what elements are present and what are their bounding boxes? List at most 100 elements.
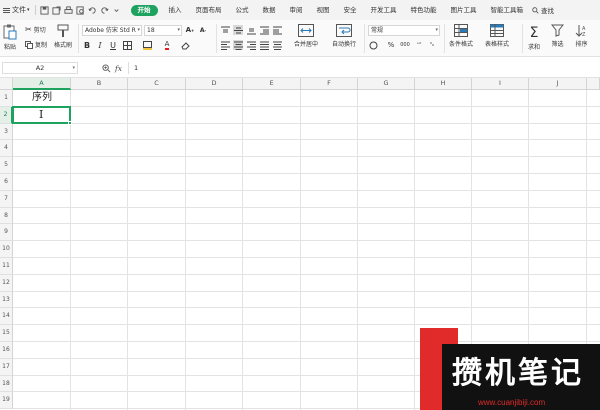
gridline-horizontal [13, 257, 600, 258]
row-header-14[interactable]: 14 [0, 308, 13, 326]
table-style-button[interactable]: 表格样式 [485, 24, 509, 48]
justify-icon[interactable] [259, 40, 269, 50]
copy-button[interactable]: 复制 [25, 40, 47, 49]
row-header-10[interactable]: 10 [0, 241, 13, 258]
row-header-12[interactable]: 12 [0, 274, 13, 292]
file-menu[interactable]: 文件 ▾ [0, 0, 32, 20]
row-header-5[interactable]: 5 [0, 157, 13, 174]
number-format-select[interactable]: 常规 ▾ [368, 25, 440, 36]
undo-icon[interactable] [87, 3, 99, 17]
fill-handle[interactable] [68, 120, 72, 125]
row-header-8[interactable]: 8 [0, 207, 13, 225]
row-header-19[interactable]: 19 [0, 392, 13, 410]
redo-icon[interactable] [99, 3, 111, 17]
underline-button[interactable]: U [108, 40, 118, 50]
align-center-icon[interactable] [233, 40, 243, 50]
bold-button[interactable]: B [82, 40, 92, 50]
row-header-15[interactable]: 15 [0, 325, 13, 342]
tab-smart-toolbox[interactable]: 智能工具箱 [484, 0, 531, 20]
currency-icon[interactable] [368, 40, 378, 50]
eraser-icon[interactable] [180, 40, 190, 50]
tab-data[interactable]: 数据 [256, 0, 283, 20]
paste-button[interactable]: 粘贴 [3, 24, 17, 51]
conditional-format-button[interactable]: 条件格式 [449, 24, 473, 48]
align-middle-icon[interactable] [233, 25, 243, 35]
zoom-formula-icon[interactable] [102, 63, 111, 73]
save-icon[interactable] [39, 3, 51, 17]
align-right-icon[interactable] [246, 40, 256, 50]
decrease-decimal-icon[interactable]: ⁰₀ [427, 40, 437, 50]
print-icon[interactable] [63, 3, 75, 17]
thousands-button[interactable]: 000 [398, 40, 412, 50]
indent-decrease-icon[interactable] [259, 25, 269, 35]
row-header-17[interactable]: 17 [0, 358, 13, 376]
border-icon[interactable] [122, 40, 132, 50]
sum-button[interactable]: Σ 求和 [528, 24, 540, 51]
column-header-d[interactable]: D [186, 78, 243, 90]
tab-security[interactable]: 安全 [337, 0, 364, 20]
search-label: 查找 [541, 7, 555, 15]
sort-button[interactable]: AZ 排序 [575, 24, 588, 48]
format-painter-button[interactable]: 格式刷 [54, 24, 72, 49]
row-header-11[interactable]: 11 [0, 258, 13, 275]
column-header-a[interactable]: A [13, 78, 71, 90]
column-header-j[interactable]: J [529, 78, 587, 90]
row-header-9[interactable]: 9 [0, 224, 13, 242]
filter-button[interactable]: 筛选 [551, 24, 564, 48]
select-all-corner[interactable] [0, 78, 13, 90]
tab-insert[interactable]: 插入 [162, 0, 189, 20]
search-button[interactable]: 查找 [532, 5, 554, 15]
row-header-3[interactable]: 3 [0, 123, 13, 141]
fill-color-icon[interactable] [142, 40, 152, 50]
column-header-b[interactable]: B [71, 78, 128, 90]
tab-review[interactable]: 审阅 [283, 0, 310, 20]
font-color-icon[interactable]: A [162, 40, 172, 50]
wrap-text-button[interactable]: 自动换行 [332, 24, 356, 48]
column-header-h[interactable]: H [415, 78, 472, 90]
column-header-g[interactable]: G [358, 78, 415, 90]
insert-function-icon[interactable]: fx [115, 64, 122, 73]
formula-input[interactable]: 1 [128, 62, 596, 74]
align-bottom-icon[interactable] [246, 25, 256, 35]
row-header-18[interactable]: 18 [0, 375, 13, 393]
row-header-13[interactable]: 13 [0, 291, 13, 309]
decrease-font-icon[interactable]: A- [198, 25, 208, 35]
cell-a1[interactable]: 序列 [13, 90, 71, 107]
column-header-e[interactable]: E [243, 78, 301, 90]
distribute-icon[interactable] [272, 40, 282, 50]
row-header-4[interactable]: 4 [0, 140, 13, 158]
increase-decimal-icon[interactable]: ⁺⁰ [414, 40, 424, 50]
tab-picture-tools[interactable]: 图片工具 [444, 0, 484, 20]
column-header-f[interactable]: F [301, 78, 358, 90]
tab-formulas[interactable]: 公式 [229, 0, 256, 20]
print-preview-icon[interactable] [75, 3, 87, 17]
tab-view[interactable]: 视图 [310, 0, 337, 20]
row-header-1[interactable]: 1 [0, 90, 13, 107]
row-header-7[interactable]: 7 [0, 190, 13, 208]
align-top-icon[interactable] [220, 25, 230, 35]
tab-features[interactable]: 特色功能 [404, 0, 444, 20]
gridline-vertical [414, 90, 415, 410]
tab-home[interactable]: 开始 [130, 4, 158, 16]
name-box[interactable]: A2 ▾ [2, 62, 78, 74]
column-header-i[interactable]: I [472, 78, 529, 90]
tab-page-layout[interactable]: 页面布局 [189, 0, 229, 20]
merge-center-button[interactable]: 合并居中 [294, 24, 318, 48]
font-size-select[interactable]: 18 ▾ [144, 25, 182, 36]
gridline-horizontal [13, 206, 600, 208]
percent-button[interactable]: % [386, 40, 396, 50]
increase-font-icon[interactable]: A + [185, 25, 195, 35]
customize-chevron-icon[interactable] [111, 3, 123, 17]
row-header-6[interactable]: 6 [0, 174, 13, 191]
separator [34, 5, 36, 15]
italic-button[interactable]: I [95, 40, 105, 50]
gridline-horizontal [13, 223, 600, 225]
row-header-16[interactable]: 16 [0, 342, 13, 359]
cut-button[interactable]: ✂ 剪切 [25, 25, 46, 34]
tab-developer[interactable]: 开发工具 [364, 0, 404, 20]
export-icon[interactable] [51, 3, 63, 17]
column-header-c[interactable]: C [128, 78, 186, 90]
font-name-select[interactable]: Adobe 仿宋 Std R ▾ [82, 25, 142, 36]
indent-increase-icon[interactable] [272, 25, 282, 35]
align-left-icon[interactable] [220, 40, 230, 50]
